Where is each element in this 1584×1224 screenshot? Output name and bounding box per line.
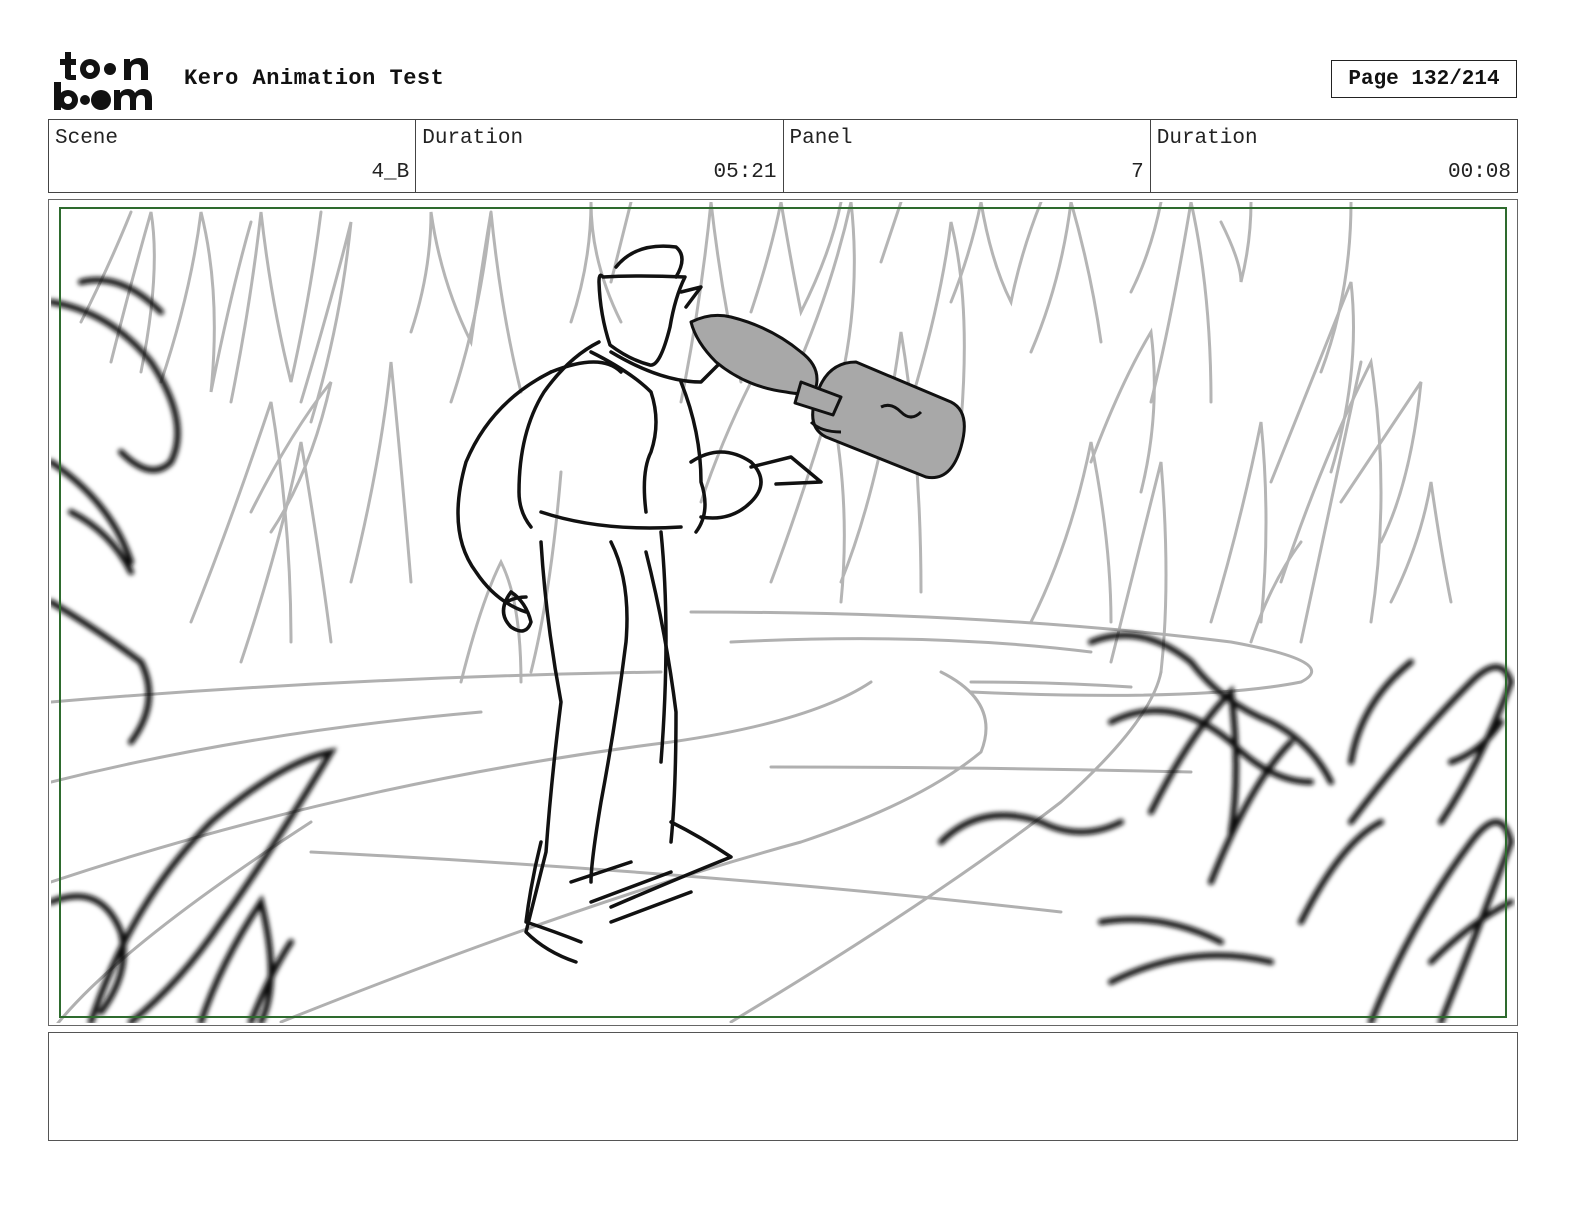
panel-duration-cell: Duration 00:08 [1151,120,1517,192]
panel-value: 7 [1131,161,1144,184]
scene-cell: Scene 4_B [49,120,417,192]
storyboard-sketch [51,202,1515,1023]
toon-boom-logo [54,52,152,110]
panel-label: Panel [789,127,853,150]
scene-duration-label: Duration [422,127,524,150]
scene-duration-value: 05:21 [713,161,777,184]
foreground-foliage-left [51,277,338,1023]
path-ground [51,610,1314,1023]
panel-cell: Panel 7 [784,120,1151,192]
scene-duration-cell: Duration 05:21 [416,120,784,192]
panel-info-row: Scene 4_B Duration 05:21 Panel 7 Duratio… [48,119,1518,193]
panel-duration-label: Duration [1156,127,1258,150]
scene-value: 4_B [371,161,410,184]
forest-background [79,202,1453,684]
scene-label: Scene [55,127,119,150]
panel-notes-box [48,1032,1518,1141]
panel-duration-value: 00:08 [1447,161,1511,184]
page-number: Page 132/214 [1331,60,1517,98]
project-title: Kero Animation Test [184,66,445,91]
